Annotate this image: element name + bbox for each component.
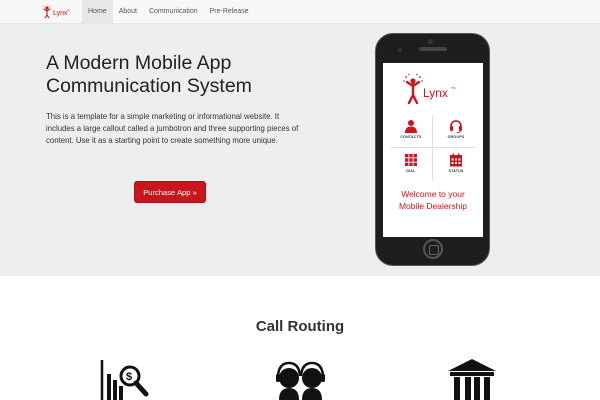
hero-description: This is a template for a simple marketin… [46, 112, 299, 146]
brand-trademark: TM [67, 10, 70, 12]
lynx-logo-icon: Lynx TM [42, 6, 70, 19]
brand-name: Lynx [53, 10, 68, 17]
tile-groups[interactable]: GROUPS [434, 115, 478, 148]
main-nav: Home About Communication Pre-Release [82, 0, 255, 23]
phone-screen: Lynx TM CONTACTS GROUPS DIAL STATUS Welc… [383, 63, 483, 237]
tile-contacts[interactable]: CONTACTS [389, 115, 433, 148]
welcome-line-1: Welcome to your [401, 189, 465, 199]
dialpad-icon [405, 154, 417, 166]
phone-mockup: Lynx TM CONTACTS GROUPS DIAL STATUS Welc… [375, 33, 490, 266]
nav-item-home[interactable]: Home [82, 0, 113, 23]
app-name: Lynx [423, 86, 448, 100]
calendar-icon [450, 153, 462, 167]
welcome-line-2: Mobile Dealership [398, 201, 468, 211]
jumbotron: A Modern Mobile App Communication System… [0, 24, 600, 276]
phone-speaker [419, 47, 447, 51]
svg-text:$: $ [126, 371, 132, 383]
welcome-message: Welcome to your Mobile Dealership [383, 188, 483, 212]
phone-home-button [423, 239, 443, 259]
phone-sensor [398, 48, 402, 52]
bank-icon [446, 359, 498, 400]
navbar: Lynx TM Home About Communication Pre-Rel… [0, 0, 600, 24]
app-logo: Lynx TM [401, 73, 465, 112]
app-trademark: TM [451, 86, 456, 90]
nav-item-communication[interactable]: Communication [143, 0, 204, 23]
tile-dial-label: DIAL [406, 169, 416, 173]
headset-icon [450, 120, 462, 133]
section-title: Call Routing [255, 318, 345, 335]
lynx-app-logo-icon: Lynx TM [403, 73, 456, 105]
hero-title: A Modern Mobile App Communication System [46, 52, 252, 97]
phone-camera [428, 39, 433, 44]
chart-search-icon: $ [100, 358, 160, 400]
nav-item-about[interactable]: About [113, 0, 143, 23]
tile-contacts-label: CONTACTS [400, 135, 422, 139]
nav-item-pre-release[interactable]: Pre-Release [204, 0, 255, 23]
tile-status[interactable]: STATUS [434, 149, 478, 182]
people-headset-icon [274, 360, 328, 400]
brand-logo[interactable]: Lynx TM [0, 0, 82, 24]
tile-status-label: STATUS [448, 169, 464, 173]
tile-dial[interactable]: DIAL [389, 149, 433, 182]
contacts-icon [405, 120, 417, 133]
tile-groups-label: GROUPS [447, 135, 465, 139]
purchase-app-button[interactable]: Purchase App » [134, 181, 206, 203]
